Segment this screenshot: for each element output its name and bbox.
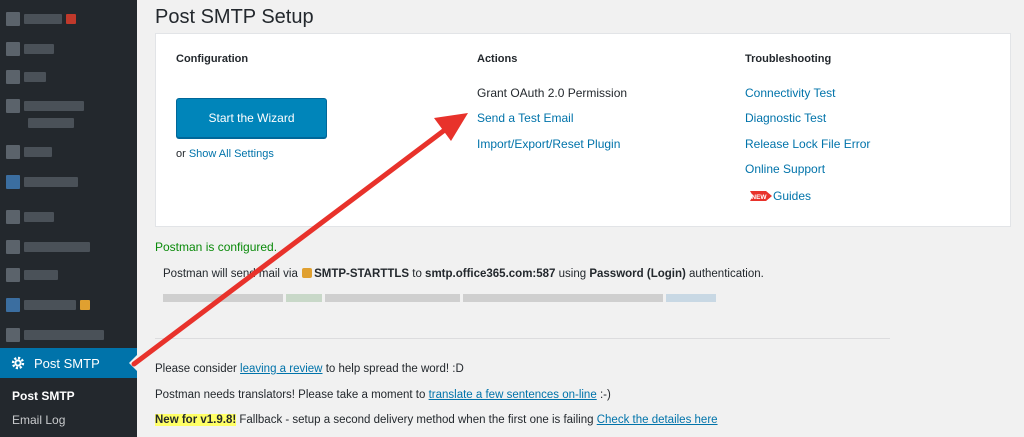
send-prefix: Postman will send mail via	[163, 268, 298, 280]
diagnostic-test-link[interactable]: Diagnostic Test	[745, 111, 826, 125]
blurred-menu-item[interactable]	[6, 328, 104, 342]
blurred-menu-item[interactable]	[6, 70, 46, 84]
new-badge-icon: NEW	[750, 191, 772, 201]
blurred-menu-item[interactable]	[6, 116, 74, 130]
review-suffix: to help spread the word! :D	[325, 363, 464, 375]
show-settings-line: or Show All Settings	[176, 148, 274, 160]
blurred-menu-item[interactable]	[6, 12, 76, 26]
blurred-menu-item[interactable]	[6, 42, 54, 56]
to-word: to	[412, 268, 422, 280]
page-title: Post SMTP Setup	[155, 6, 314, 28]
blurred-menu-item[interactable]	[6, 240, 90, 254]
new-badge-label: NEW	[751, 194, 767, 201]
leave-review-link[interactable]: leaving a review	[240, 363, 322, 375]
review-prefix: Please consider	[155, 363, 237, 375]
blurred-menu-item[interactable]	[6, 210, 54, 224]
send-test-email-link[interactable]: Send a Test Email	[477, 111, 574, 125]
blurred-menu-item[interactable]	[6, 145, 52, 159]
guides-link[interactable]: Guides	[773, 189, 811, 203]
import-export-reset-link[interactable]: Import/Export/Reset Plugin	[477, 137, 620, 151]
blurred-status-line	[163, 294, 716, 302]
sidebar-item-post-smtp[interactable]: Post SMTP	[0, 348, 137, 378]
divider	[155, 338, 890, 339]
translate-link[interactable]: translate a few sentences on-line	[429, 389, 597, 401]
submenu-email-log[interactable]: Email Log	[12, 413, 65, 427]
active-menu-pointer	[129, 355, 137, 371]
transport-name: SMTP-STARTTLS	[314, 268, 410, 280]
transport-summary: Postman will send mail via SMTP-STARTTLS…	[163, 268, 764, 280]
configured-status: Postman is configured.	[155, 240, 278, 254]
blurred-menu-item[interactable]	[6, 298, 90, 312]
blurred-menu-item[interactable]	[6, 175, 78, 189]
grant-oauth-text: Grant OAuth 2.0 Permission	[477, 86, 628, 100]
submenu-post-smtp[interactable]: Post SMTP	[12, 389, 75, 403]
show-all-settings-link[interactable]: Show All Settings	[189, 148, 274, 160]
or-text: or	[176, 148, 186, 160]
online-support-link[interactable]: Online Support	[745, 162, 825, 176]
check-details-link[interactable]: Check the detailes here	[597, 414, 718, 426]
smtp-host: smtp.office365.com:587	[425, 268, 556, 280]
new-version-note: New for v1.9.8! Fallback - setup a secon…	[155, 414, 718, 426]
blurred-menu-item[interactable]	[6, 268, 58, 282]
auth-type: Password (Login)	[589, 268, 686, 280]
gear-icon	[11, 356, 25, 370]
lock-icon	[302, 268, 313, 278]
blurred-menu-item[interactable]	[6, 99, 84, 113]
setup-card: Configuration Start the Wizard or Show A…	[155, 33, 1011, 227]
release-lock-link[interactable]: Release Lock File Error	[745, 137, 870, 151]
new-version-highlight: New for v1.9.8!	[155, 414, 237, 426]
translate-suffix: :-)	[599, 389, 611, 401]
translators-note: Postman needs translators! Please take a…	[155, 389, 611, 401]
troubleshooting-heading: Troubleshooting	[745, 53, 832, 65]
start-wizard-button[interactable]: Start the Wizard	[176, 98, 327, 138]
connectivity-test-link[interactable]: Connectivity Test	[745, 86, 836, 100]
auth-suffix: authentication.	[689, 268, 764, 280]
translate-prefix: Postman needs translators! Please take a…	[155, 389, 426, 401]
actions-heading: Actions	[477, 53, 518, 65]
review-note: Please consider leaving a review to help…	[155, 363, 464, 375]
fallback-text: Fallback - setup a second delivery metho…	[239, 414, 594, 426]
sidebar-item-label: Post SMTP	[34, 355, 100, 371]
using-word: using	[558, 268, 587, 280]
configuration-heading: Configuration	[176, 53, 249, 65]
